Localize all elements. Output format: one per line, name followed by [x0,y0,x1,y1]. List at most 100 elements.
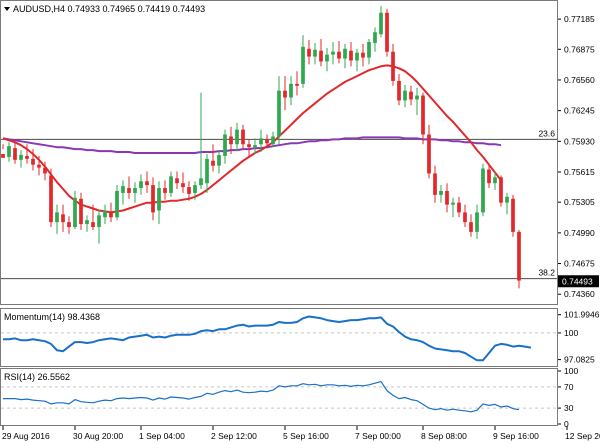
candle-body [517,231,521,281]
candle-body [199,178,203,186]
price-tick-label: 0.75305 [564,197,595,207]
candle-body [511,198,515,232]
candle-body [139,181,143,189]
candle-body [331,51,335,55]
candle-body [1,153,5,158]
candle-body [343,48,347,59]
price-tick-label: 0.75930 [564,136,595,146]
candle-body [469,222,473,232]
candle-body [481,168,485,213]
candle-body [109,212,113,218]
main-panel-frame [0,0,558,305]
candle-body [493,177,497,184]
candle-body [355,52,359,61]
rsi-label: RSI(14) 26.5562 [4,372,70,382]
candle-body [175,178,179,184]
candle-body [301,46,305,84]
price-tick-label: 0.76245 [564,106,595,116]
candle-body [409,91,413,100]
candle-body [79,198,83,225]
candle-body [253,145,257,148]
candle-body [151,185,155,213]
candle-body [475,212,479,232]
candle-body [241,129,245,145]
candle-body [223,134,227,156]
candle-body [157,188,161,211]
candle-body [31,158,35,165]
price-tick-label: 0.75615 [564,167,595,177]
price-tick-label: 0.76560 [564,75,595,85]
candle-body [115,190,119,218]
candle-body [43,167,47,174]
candle-body [103,210,107,218]
candle-body [319,50,323,62]
candle-body [367,41,371,58]
candle-body [235,129,239,145]
candle-body [457,202,461,213]
candle-body [385,12,389,52]
candle-body [421,95,425,135]
candle-body [325,54,329,62]
rsi-axis: 10070300 [558,366,578,429]
price-tick-label: 0.77185 [564,14,595,24]
candle-body [211,160,215,166]
time-tick-label: 2 Sep 12:00 [211,431,257,441]
rsi-tick-label: 70 [564,382,574,392]
candle-body [217,154,221,166]
candle-body [415,95,419,100]
candle-body [451,202,455,205]
time-tick-label: 1 Sep 04:00 [139,431,185,441]
candle-body [499,177,503,203]
candle-body [505,196,509,203]
candle-body [427,134,431,174]
time-tick-label: 5 Sep 16:00 [283,431,329,441]
candle-body [181,183,185,188]
momentum-label: Momentum(14) 98.4368 [4,312,100,322]
candle-body [121,186,125,193]
candle-body [67,222,71,228]
level-label: 38.2 [538,268,555,278]
time-tick-label: 7 Sep 00:00 [355,431,401,441]
candle-body [313,49,317,57]
candle-body [127,188,131,193]
candle-body [433,173,437,195]
price-tick-label: 0.74675 [564,259,595,269]
rsi-tick-label: 30 [564,403,574,413]
momentum-tick-label: 97.0825 [564,355,595,365]
candle-body [25,155,29,159]
candle-body [373,32,377,43]
symbol-header: AUDUSD,H4 0.74933 0.74965 0.74419 0.7449… [13,4,205,14]
candle-body [265,139,269,144]
candle-body [37,164,41,168]
time-tick-label: 30 Aug 20:00 [73,431,123,441]
candle-body [187,187,191,194]
candle-body [283,90,287,98]
momentum-tick-label: 101.9946 [564,310,600,320]
candle-body [295,83,299,86]
candle-body [337,51,341,59]
candle-body [247,144,251,148]
candle-body [229,136,233,145]
candle-body [163,188,167,193]
candle-body [349,50,353,61]
candle-body [445,190,449,205]
candle-body [397,80,401,101]
candle-body [379,12,383,35]
candle-body [463,212,467,223]
candle-body [97,215,101,228]
candle-body [391,51,395,81]
candle-body [85,220,89,225]
candle-body [307,48,311,57]
price-axis: 0.77185 0.76875 0.76560 0.76245 0.75930 0.756… [558,14,599,299]
time-tick-label: 12 Sep 20:00 [565,431,600,441]
candle-body [13,148,17,160]
candle-body [361,52,365,58]
time-tick-label: 9 Sep 16:00 [493,431,539,441]
price-tick-label: 0.74360 [564,289,595,299]
momentum-tick-label: 100 [564,328,578,338]
candle-body [487,169,491,184]
candle-body [193,185,197,193]
current-price-label: 0.74493 [562,276,593,286]
candle-body [277,90,281,137]
momentum-axis: 101.9946 100 97.0825 [558,310,600,365]
